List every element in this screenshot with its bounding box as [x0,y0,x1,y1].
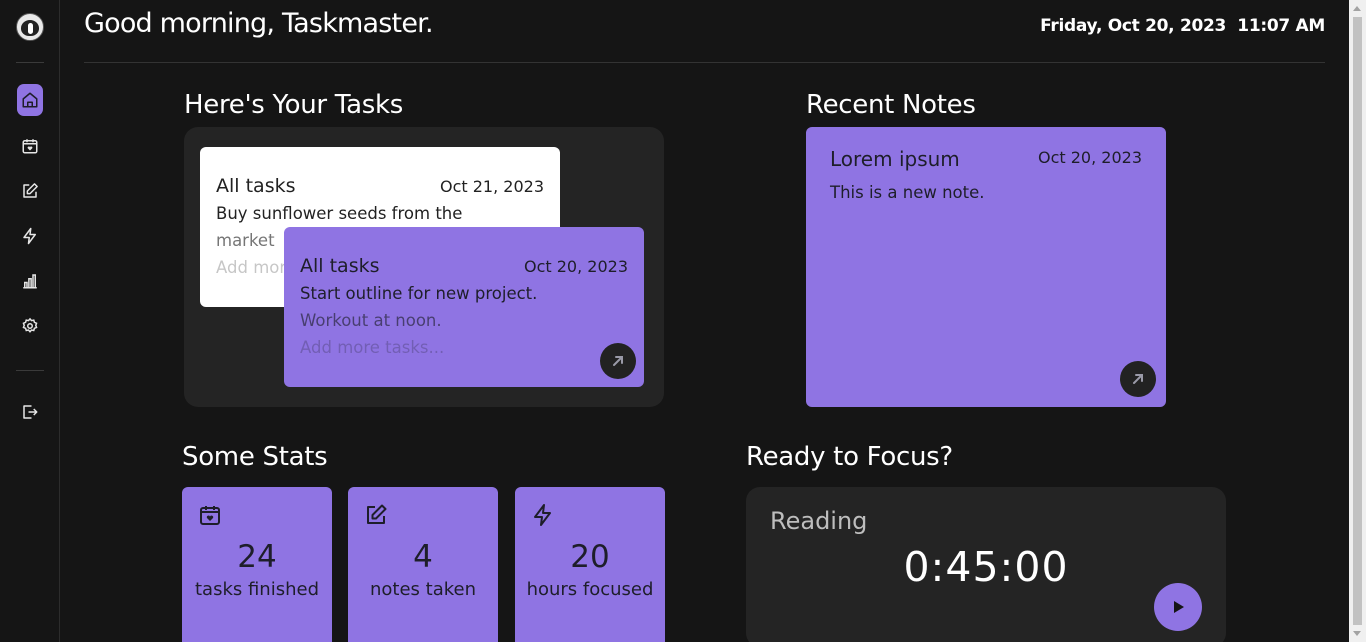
task-item: Start outline for new project. [300,284,538,303]
arrow-up-right-icon [1133,374,1143,384]
current-datetime: Friday, Oct 20, 2023 11:07 AM [1040,16,1325,36]
sidebar-item-home[interactable] [17,84,43,116]
stat-label: notes taken [369,579,476,600]
task-card[interactable]: All tasks Oct 20, 2023 Start outline for… [284,227,644,387]
header-divider [84,62,1325,63]
lightning-icon [23,227,36,245]
calendar-heart-icon [200,506,220,525]
home-icon [22,92,38,108]
stats-section-title: Some Stats [182,442,328,472]
greeting: Good morning, Taskmaster. [84,8,434,39]
focus-panel: Reading 0:45:00 [746,487,1226,642]
note-body: This is a new note. [830,183,985,202]
open-tasks-button[interactable] [600,343,636,379]
stat-card-notes: 4 notes taken [348,487,498,642]
logout-icon [23,405,38,419]
play-icon [1174,601,1184,613]
focus-timer: 0:45:00 [903,543,1069,591]
calendar-heart-icon [22,139,38,154]
task-card-title: All tasks [300,255,380,277]
edit-icon [23,183,38,198]
logout-button[interactable] [17,396,43,428]
stat-card-hours: 20 hours focused [515,487,665,642]
start-focus-button[interactable] [1154,583,1202,631]
note-date: Oct 20, 2023 [1038,148,1142,167]
focus-section-title: Ready to Focus? [746,442,953,472]
stat-label: hours focused [526,579,654,600]
stat-value: 20 [570,539,610,575]
scrollbar-thumb[interactable] [1353,17,1362,625]
sidebar-item-notes[interactable] [17,175,43,207]
scroll-up-arrow[interactable] [1353,6,1361,11]
focus-activity-label: Reading [770,507,868,535]
stat-value: 4 [413,539,433,575]
stat-value: 24 [237,539,277,575]
task-card-date: Oct 20, 2023 [524,257,628,276]
stat-label: tasks finished [194,579,320,600]
sidebar-divider [16,370,44,371]
sidebar-item-calendar[interactable] [17,130,43,162]
scroll-down-arrow[interactable] [1353,631,1361,636]
note-title: Lorem ipsum [830,147,960,171]
sidebar-item-stats[interactable] [17,265,43,297]
sidebar-divider [16,62,44,63]
stat-card-tasks: 24 tasks finished [182,487,332,642]
add-more-tasks: Add more tasks... [300,338,445,357]
sidebar-item-settings[interactable] [17,310,43,342]
sidebar-item-focus[interactable] [17,220,43,252]
bar-chart-icon [23,274,37,289]
note-card[interactable]: Lorem ipsum Oct 20, 2023 This is a new n… [806,127,1166,407]
lightning-icon [534,504,551,526]
tasks-section-title: Here's Your Tasks [184,90,403,120]
arrow-up-right-icon [613,356,623,366]
gear-icon [22,317,38,333]
sidebar [0,0,60,642]
task-item: Workout at noon. [300,311,442,330]
notes-section-title: Recent Notes [806,90,976,120]
task-card-title: All tasks [216,175,296,197]
task-card-date: Oct 21, 2023 [440,177,544,196]
avatar[interactable] [16,13,44,41]
edit-icon [367,504,387,524]
page-scrollbar[interactable] [1349,0,1366,642]
open-note-button[interactable] [1120,361,1156,397]
task-item: Buy sunflower seeds from the [216,204,463,223]
